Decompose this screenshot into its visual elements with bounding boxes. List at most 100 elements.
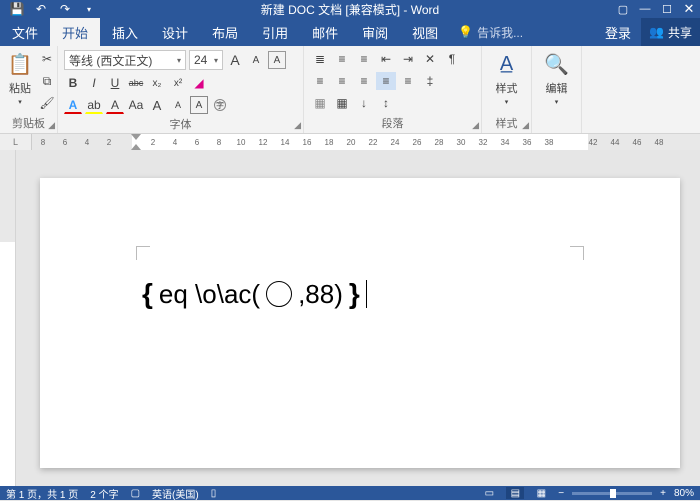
superscript-button[interactable]: x² [169, 74, 187, 92]
align-justify-button[interactable]: ≡ [376, 72, 396, 90]
tab-file[interactable]: 文件 [0, 18, 50, 46]
show-marks-button[interactable]: ¶ [442, 50, 462, 68]
close-icon[interactable]: ✕ [678, 0, 700, 18]
multilevel-button[interactable]: ≡ [354, 50, 374, 68]
shrink-char-button[interactable]: A [169, 96, 187, 114]
format-painter-button[interactable]: 🖌 [38, 94, 56, 112]
underline-button[interactable]: U [106, 74, 124, 92]
line-spacing-button[interactable]: ‡ [420, 72, 440, 90]
ribbon-options-icon[interactable]: ▢ [612, 0, 634, 18]
italic-button[interactable]: I [85, 74, 103, 92]
font-color-button[interactable]: A [106, 96, 124, 114]
group-font: 等线 (西文正文)▾ 24▾ A A A B I U abc x₂ x² ◢ A [58, 46, 304, 133]
tab-layout[interactable]: 布局 [200, 18, 250, 46]
font-name-select[interactable]: 等线 (西文正文)▾ [64, 50, 186, 70]
font-size-select[interactable]: 24▾ [189, 50, 223, 70]
subscript-button[interactable]: x₂ [148, 74, 166, 92]
showall-button[interactable]: ↕ [376, 94, 396, 112]
status-page[interactable]: 第 1 页，共 1 页 [6, 486, 78, 501]
decrease-indent-button[interactable]: ⇤ [376, 50, 396, 68]
bullets-button[interactable]: ≣ [310, 50, 330, 68]
tab-design[interactable]: 设计 [150, 18, 200, 46]
tab-insert[interactable]: 插入 [100, 18, 150, 46]
minimize-icon[interactable]: — [634, 0, 656, 18]
grow-font-icon: A [230, 52, 239, 68]
view-read-button[interactable]: ▭ [480, 487, 498, 499]
grow-char-button[interactable]: A [148, 96, 166, 114]
view-print-button[interactable]: ▤ [506, 487, 524, 499]
change-case-button[interactable]: Aa [127, 96, 145, 114]
align-left-button[interactable]: ≡ [310, 72, 330, 90]
zoom-in-button[interactable]: + [660, 488, 666, 499]
field-brace-open: { [142, 278, 153, 310]
vruler-margin-top [0, 150, 15, 242]
tab-references[interactable]: 引用 [250, 18, 300, 46]
highlight-button[interactable]: ab [85, 96, 103, 114]
signin-button[interactable]: 登录 [595, 23, 641, 42]
numbering-button[interactable]: ≡ [332, 50, 352, 68]
print-layout-icon: ▤ [511, 488, 520, 499]
text-effects-button[interactable]: A [64, 96, 82, 114]
enclosed-char-button[interactable]: 字 [211, 96, 229, 114]
asian-layout-button[interactable]: ✕ [420, 50, 440, 68]
copy-button[interactable]: ⧉ [38, 72, 56, 90]
document-content[interactable]: { eq \o\ac(,88) } [142, 278, 367, 310]
share-button[interactable]: 👥 共享 [641, 18, 700, 46]
shading-button[interactable]: ▦ [310, 94, 330, 112]
font-dialog-launcher[interactable]: ◢ [294, 120, 301, 131]
ruler-tick: 6 [186, 138, 208, 147]
status-spellcheck-icon[interactable]: ▢ [131, 488, 140, 499]
editing-button[interactable]: 🔍 编辑 ▾ [539, 50, 575, 106]
sort-button[interactable]: ↓ [354, 94, 374, 112]
tab-mailings[interactable]: 邮件 [300, 18, 350, 46]
styles-dialog-launcher[interactable]: ◢ [522, 120, 529, 131]
zoom-level[interactable]: 80% [674, 488, 694, 499]
align-right-icon: ≡ [360, 74, 367, 88]
tell-me-search[interactable]: 💡 告诉我... [450, 18, 595, 46]
clipboard-dialog-launcher[interactable]: ◢ [48, 120, 55, 131]
align-center-button[interactable]: ≡ [332, 72, 352, 90]
horizontal-ruler[interactable]: L 86422468101214161820222426283032343638… [0, 134, 700, 150]
cut-button[interactable]: ✂ [38, 50, 56, 68]
bold-button[interactable]: B [64, 74, 82, 92]
styles-button[interactable]: A̲ 样式 ▾ [489, 50, 525, 106]
ruler-tick: 18 [318, 138, 340, 147]
first-line-indent-marker[interactable] [131, 134, 141, 140]
status-words[interactable]: 2 个字 [90, 486, 118, 501]
maximize-icon[interactable]: ☐ [656, 0, 678, 18]
ruler-corner[interactable]: L [0, 134, 32, 150]
phonetic-guide-button[interactable]: A [268, 51, 286, 69]
zoom-out-button[interactable]: − [558, 488, 564, 499]
tab-review[interactable]: 审阅 [350, 18, 400, 46]
shrink-font-button[interactable]: A [247, 50, 265, 70]
clear-formatting-button[interactable]: ◢ [190, 74, 208, 92]
page-area: { eq \o\ac(,88) } [16, 150, 700, 486]
view-web-button[interactable]: ▦ [532, 487, 550, 499]
vertical-ruler[interactable] [0, 150, 16, 486]
document-page[interactable]: { eq \o\ac(,88) } [40, 178, 680, 468]
find-icon: 🔍 [543, 50, 571, 78]
increase-indent-button[interactable]: ⇥ [398, 50, 418, 68]
paste-button[interactable]: 📋 粘贴 ▾ [6, 50, 34, 106]
paragraph-dialog-launcher[interactable]: ◢ [472, 120, 479, 131]
ruler-tick: 16 [296, 138, 318, 147]
character-border-button[interactable]: A [190, 96, 208, 114]
grow-font-button[interactable]: A [226, 50, 244, 70]
status-language[interactable]: 英语(美国) [152, 486, 199, 501]
status-macro-icon[interactable]: ▯ [211, 488, 217, 499]
tab-home[interactable]: 开始 [50, 18, 100, 46]
zoom-slider[interactable] [572, 492, 652, 495]
tab-view[interactable]: 视图 [400, 18, 450, 46]
borders-button[interactable]: ▦ [332, 94, 352, 112]
shading-icon: ▦ [314, 96, 325, 110]
brush-icon: 🖌 [39, 96, 54, 110]
align-right-button[interactable]: ≡ [354, 72, 374, 90]
strikethrough-button[interactable]: abc [127, 74, 145, 92]
distribute-button[interactable]: ≡ [398, 72, 418, 90]
indent-icon: ⇥ [403, 52, 413, 66]
qat-dropdown-icon[interactable]: ▾ [82, 2, 96, 16]
chevron-down-icon: ▾ [211, 56, 218, 65]
save-icon[interactable]: 💾 [10, 2, 24, 16]
undo-icon[interactable]: ↶ [34, 2, 48, 16]
redo-icon[interactable]: ↷ [58, 2, 72, 16]
